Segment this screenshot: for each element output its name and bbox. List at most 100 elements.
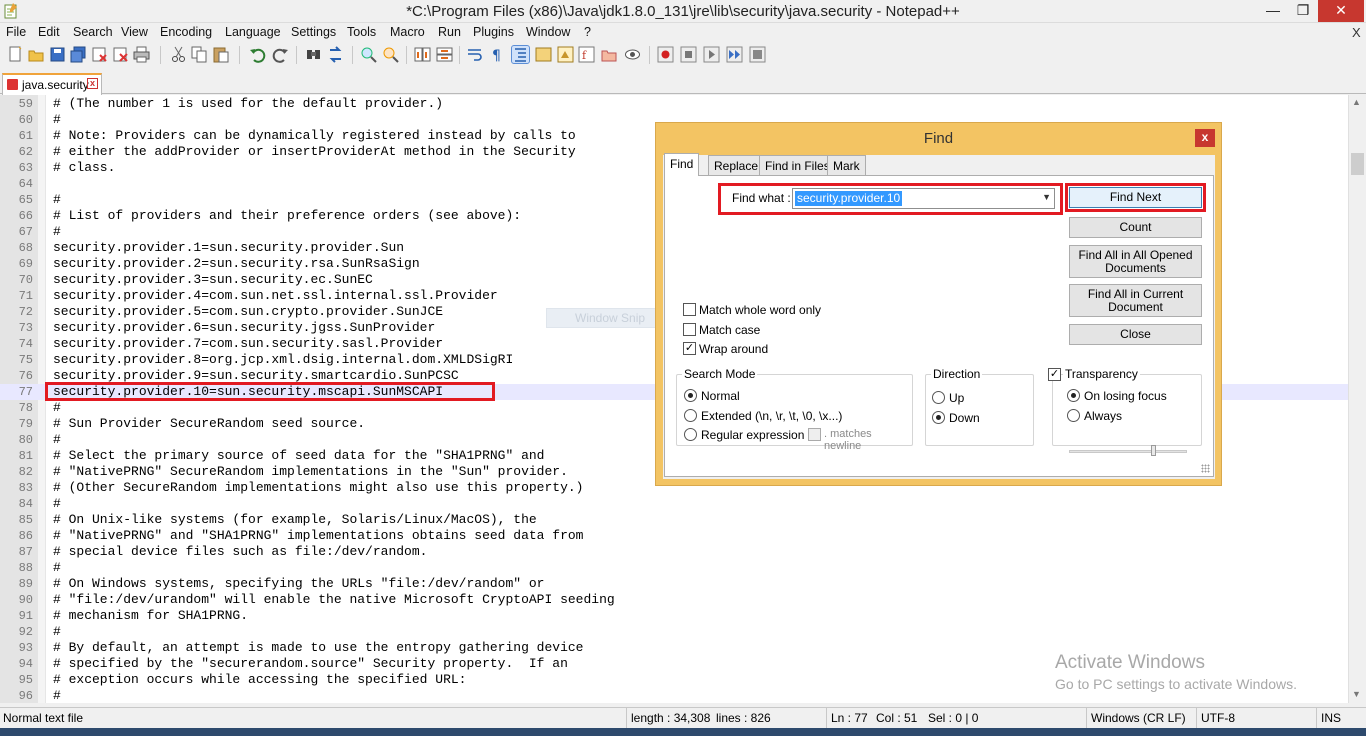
search-mode-regex-radio[interactable] (684, 428, 697, 441)
scroll-down-arrow-icon[interactable]: ▼ (1352, 689, 1361, 699)
match-case-checkbox[interactable] (683, 323, 696, 336)
menu-search[interactable]: Search (73, 25, 113, 39)
code-line[interactable]: 91 # mechanism for SHA1PRNG. (0, 608, 1348, 624)
folder-workspace-icon[interactable] (601, 46, 618, 63)
menu-macro[interactable]: Macro (390, 25, 425, 39)
doc-map-icon[interactable] (557, 46, 574, 63)
save-icon[interactable] (49, 46, 66, 63)
close-all-icon[interactable] (112, 46, 129, 63)
indent-guide-icon[interactable] (511, 45, 530, 64)
replace-icon[interactable] (327, 46, 344, 63)
menu-edit[interactable]: Edit (38, 25, 60, 39)
user-language-icon[interactable] (535, 46, 552, 63)
find-all-current-document-button[interactable]: Find All in Current Document (1069, 284, 1202, 317)
transparency-slider-thumb[interactable] (1151, 445, 1156, 456)
close-window-button[interactable]: ✕ (1318, 0, 1364, 22)
resize-grip-icon[interactable] (1201, 464, 1210, 473)
tab-java-security[interactable]: java.security x (2, 73, 102, 95)
find-icon[interactable] (305, 46, 322, 63)
search-mode-normal-label: Normal (701, 389, 740, 403)
menu-file[interactable]: File (6, 25, 26, 39)
menu-encoding[interactable]: Encoding (160, 25, 212, 39)
menu-tools[interactable]: Tools (347, 25, 376, 39)
menu-run[interactable]: Run (438, 25, 461, 39)
search-mode-regex-label: Regular expression (701, 428, 805, 442)
line-number: 83 (18, 481, 33, 495)
transparency-slider-track[interactable] (1069, 450, 1187, 453)
vertical-scrollbar[interactable]: ▲ ▼ (1348, 95, 1366, 703)
code-line[interactable]: 84 # (0, 496, 1348, 512)
close-button[interactable]: Close (1069, 324, 1202, 345)
play-macro-icon[interactable] (703, 46, 720, 63)
print-icon[interactable] (133, 46, 150, 63)
direction-up-radio[interactable] (932, 391, 945, 404)
menu-view[interactable]: View (121, 25, 148, 39)
sync-vertical-icon[interactable] (414, 46, 431, 63)
code-line[interactable]: 85 # On Unix-like systems (for example, S… (0, 512, 1348, 528)
paste-icon[interactable] (212, 46, 229, 63)
transparency-always-radio[interactable] (1067, 409, 1080, 422)
matches-newline-checkbox[interactable] (808, 428, 821, 441)
match-whole-word-checkbox[interactable] (683, 303, 696, 316)
menu-plugins[interactable]: Plugins (473, 25, 514, 39)
sync-horizontal-icon[interactable] (436, 46, 453, 63)
menu-window[interactable]: Window (526, 25, 570, 39)
code-line[interactable]: 59 # (The number 1 is used for the defaul… (0, 96, 1348, 112)
tab-replace[interactable]: Replace (708, 155, 765, 176)
search-mode-normal-radio[interactable] (684, 389, 697, 402)
find-dialog-close-button[interactable]: x (1195, 129, 1215, 147)
monitoring-icon[interactable] (624, 46, 641, 63)
code-line[interactable]: 88 # (0, 560, 1348, 576)
record-macro-icon[interactable] (657, 46, 674, 63)
menu-language[interactable]: Language (225, 25, 281, 39)
search-mode-extended-radio[interactable] (684, 409, 697, 422)
status-encoding[interactable]: UTF-8 (1196, 708, 1316, 729)
close-file-icon[interactable] (91, 46, 108, 63)
show-all-characters-icon[interactable]: ¶ (488, 46, 505, 63)
transparency-label: Transparency (1063, 367, 1140, 381)
code-line[interactable]: 86 # "NativePRNG" and "SHA1PRNG" implemen… (0, 528, 1348, 544)
transparency-checkbox[interactable]: ✓ (1048, 368, 1061, 381)
direction-down-radio[interactable] (932, 411, 945, 424)
tab-mark[interactable]: Mark (827, 155, 866, 176)
zoom-out-icon[interactable] (382, 46, 399, 63)
find-all-opened-documents-button[interactable]: Find All in All Opened Documents (1069, 245, 1202, 278)
line-text: # (53, 688, 61, 703)
code-line[interactable]: 89 # On Windows systems, specifying the U… (0, 576, 1348, 592)
run-macro-multiple-icon[interactable] (726, 46, 743, 63)
line-number: 91 (18, 609, 33, 623)
maximize-button[interactable]: ❐ (1288, 0, 1318, 22)
word-wrap-icon[interactable] (466, 46, 483, 63)
redo-icon[interactable] (272, 46, 289, 63)
code-line[interactable]: 92 # (0, 624, 1348, 640)
save-macro-icon[interactable] (749, 46, 766, 63)
cut-icon[interactable] (170, 46, 187, 63)
transparency-on-losing-focus-radio[interactable] (1067, 389, 1080, 402)
status-eol[interactable]: Windows (CR LF) (1086, 708, 1196, 729)
line-text: # (53, 224, 61, 239)
close-document-button[interactable]: X (1352, 25, 1361, 40)
tab-find-in-files[interactable]: Find in Files (759, 155, 836, 176)
zoom-in-icon[interactable] (360, 46, 377, 63)
code-line[interactable]: 87 # special device files such as file:/d… (0, 544, 1348, 560)
stop-macro-icon[interactable] (680, 46, 697, 63)
close-tab-icon[interactable]: x (87, 78, 98, 89)
undo-icon[interactable] (249, 46, 266, 63)
scroll-thumb[interactable] (1351, 153, 1364, 175)
wrap-around-checkbox[interactable]: ✓ (683, 342, 696, 355)
menu-settings[interactable]: Settings (291, 25, 336, 39)
scroll-up-arrow-icon[interactable]: ▲ (1352, 97, 1361, 107)
save-all-icon[interactable] (70, 46, 87, 63)
line-number: 92 (18, 625, 33, 639)
menu-help[interactable]: ? (584, 25, 591, 39)
line-text: # (53, 560, 61, 575)
copy-icon[interactable] (191, 46, 208, 63)
line-text: # (53, 400, 61, 415)
minimize-button[interactable]: — (1258, 0, 1288, 22)
count-button[interactable]: Count (1069, 217, 1202, 238)
function-list-icon[interactable]: f (578, 46, 595, 63)
new-file-icon[interactable] (7, 46, 24, 63)
tab-find[interactable]: Find (664, 153, 700, 176)
open-file-icon[interactable] (28, 46, 45, 63)
code-line[interactable]: 90 # "file:/dev/urandom" will enable the … (0, 592, 1348, 608)
